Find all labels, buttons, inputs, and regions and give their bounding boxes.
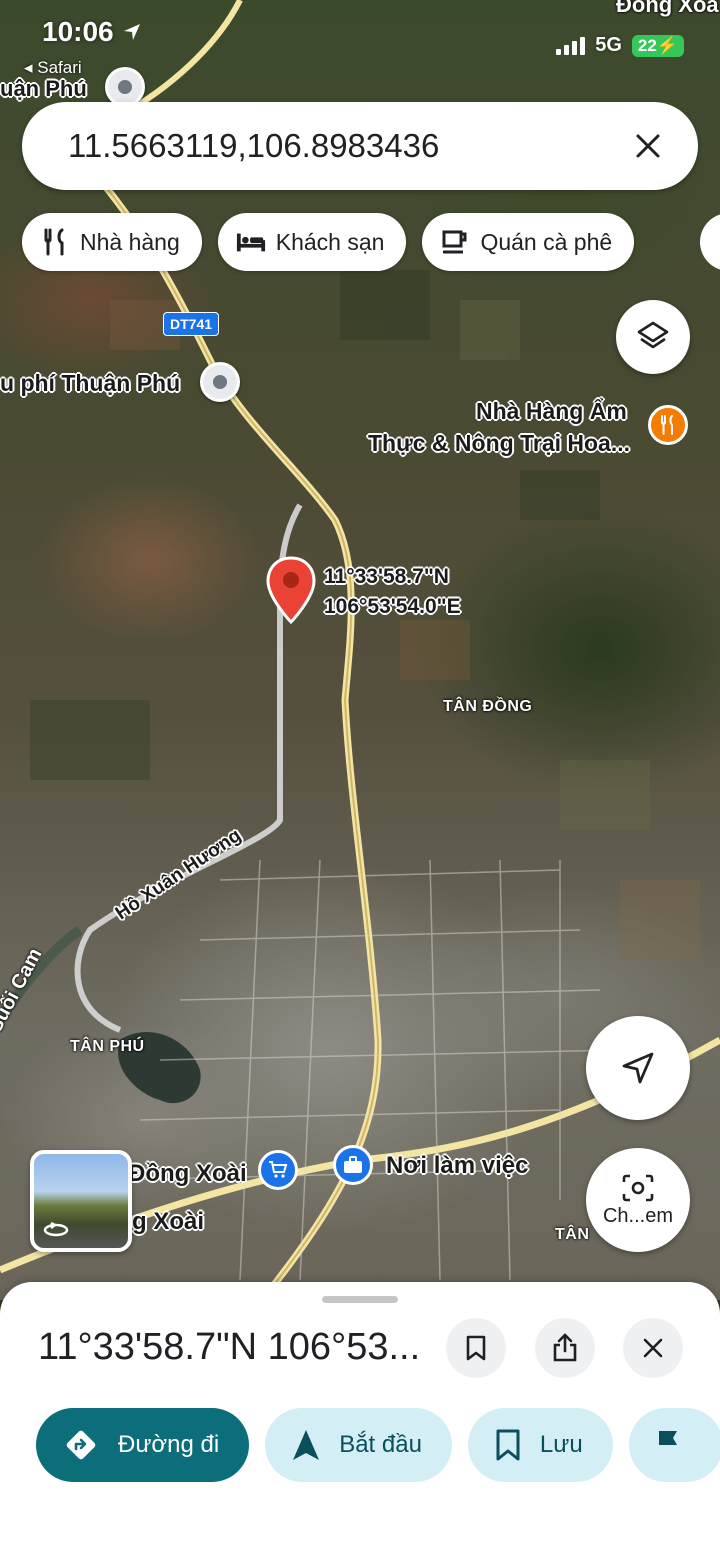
- map-label-dong-xoai-top[interactable]: Đồng Xoà: [616, 0, 719, 18]
- close-icon: [636, 134, 660, 158]
- restaurant-icon: [40, 227, 70, 257]
- save-label: Lưu: [539, 1431, 583, 1458]
- map-label-tan-dong: TÂN ĐỒNG: [443, 698, 533, 715]
- map-label-tan-right: TÂN: [555, 1226, 590, 1243]
- battery-icon: 22⚡: [631, 34, 684, 57]
- restaurant-poi-icon[interactable]: [648, 405, 688, 445]
- battery-level: 22: [637, 35, 657, 55]
- flag-icon: [658, 1431, 677, 1460]
- pin-longitude: 106°53'54.0"E: [324, 595, 461, 618]
- map-label-restaurant-line2[interactable]: Thực & Nông Trại Hoa...: [368, 430, 630, 457]
- close-icon: [643, 1338, 663, 1358]
- map-label-tan-phu: TÂN PHÚ: [70, 1038, 145, 1055]
- map-label-toll-thuan-phu[interactable]: u phí Thuận Phú: [0, 370, 180, 397]
- status-time: 10:06: [42, 16, 142, 48]
- navigation-arrow-icon: [622, 1052, 654, 1084]
- pin-latitude: 11°33'58.7"N: [324, 565, 449, 588]
- map-label-dong-xoai-2[interactable]: g Xoài: [132, 1208, 204, 1236]
- layers-button[interactable]: [616, 300, 690, 374]
- road-shield-dt741: DT741: [163, 312, 220, 336]
- start-button[interactable]: Bắt đầu: [265, 1408, 452, 1482]
- category-chips: Nhà hàng Khách sạn Quán cà phê: [22, 213, 635, 271]
- my-location-button[interactable]: [586, 1016, 690, 1120]
- bookmark-icon: [496, 1429, 520, 1461]
- street-view-thumbnail[interactable]: [30, 1150, 132, 1252]
- close-sheet-button[interactable]: [623, 1318, 683, 1378]
- map-label-workplace[interactable]: Nơi làm việc: [386, 1152, 528, 1180]
- place-bottom-sheet[interactable]: 11°33'58.7"N 106°53... Đường đi Bắt đầu …: [0, 1282, 720, 1559]
- chip-restaurants[interactable]: Nhà hàng: [22, 213, 202, 271]
- lens-label: Ch...em: [602, 1204, 674, 1227]
- clear-search-button[interactable]: [626, 124, 670, 168]
- place-title: 11°33'58.7"N 106°53...: [38, 1326, 421, 1368]
- directions-label: Đường đi: [118, 1431, 220, 1458]
- save-button[interactable]: Lưu: [467, 1408, 613, 1482]
- directions-icon: [66, 1430, 96, 1460]
- map-label-restaurant-line1[interactable]: Nhà Hàng Ẩm: [476, 398, 627, 425]
- toll-poi-marker[interactable]: [200, 362, 240, 402]
- navigation-icon: [293, 1430, 320, 1460]
- search-input[interactable]: 11.5663119,106.8983436: [68, 127, 626, 165]
- bookmark-icon: [466, 1335, 486, 1361]
- signal-icon: [556, 36, 586, 55]
- chip-restaurants-label: Nhà hàng: [80, 228, 180, 255]
- chip-hotels-label: Khách sạn: [275, 228, 385, 255]
- chip-coffee-label: Quán cà phê: [480, 228, 613, 255]
- action-buttons: Đường đi Bắt đầu Lưu: [36, 1408, 720, 1482]
- status-time-text: 10:06: [42, 16, 114, 47]
- share-button[interactable]: [535, 1318, 595, 1378]
- briefcase-icon[interactable]: [333, 1145, 373, 1185]
- lens-button[interactable]: Ch...em: [586, 1148, 690, 1252]
- location-arrow-icon: [123, 24, 140, 40]
- map-label-thuan-phu[interactable]: uận Phú: [0, 76, 87, 102]
- directions-button[interactable]: Đường đi: [36, 1408, 250, 1482]
- start-label: Bắt đầu: [339, 1431, 422, 1458]
- pin-coordinates: 11°33'58.7"N 106°53'54.0"E: [324, 562, 461, 622]
- save-bookmark-button[interactable]: [446, 1318, 506, 1378]
- map-label-dong-xoai[interactable]: Đồng Xoài: [128, 1160, 247, 1188]
- dropped-pin-icon[interactable]: [266, 556, 316, 626]
- network-type: 5G: [595, 34, 622, 56]
- shopping-cart-icon[interactable]: [258, 1150, 298, 1190]
- search-bar[interactable]: 11.5663119,106.8983436: [22, 102, 698, 190]
- coffee-icon: [440, 227, 470, 257]
- sheet-drag-handle[interactable]: [322, 1296, 398, 1303]
- more-action-button[interactable]: [628, 1408, 720, 1482]
- camera-lens-icon: [622, 1174, 654, 1201]
- layers-icon: [637, 321, 669, 349]
- share-icon: [553, 1333, 577, 1362]
- chip-coffee[interactable]: Quán cà phê: [422, 213, 635, 271]
- hotel-icon: [236, 227, 266, 257]
- status-indicators: 5G 22⚡: [556, 34, 684, 57]
- back-to-safari[interactable]: ◂ Safari: [24, 58, 82, 78]
- toll-poi-marker-top[interactable]: [105, 67, 145, 107]
- rotate-360-icon: [42, 1218, 70, 1240]
- chip-hotels[interactable]: Khách sạn: [217, 213, 407, 271]
